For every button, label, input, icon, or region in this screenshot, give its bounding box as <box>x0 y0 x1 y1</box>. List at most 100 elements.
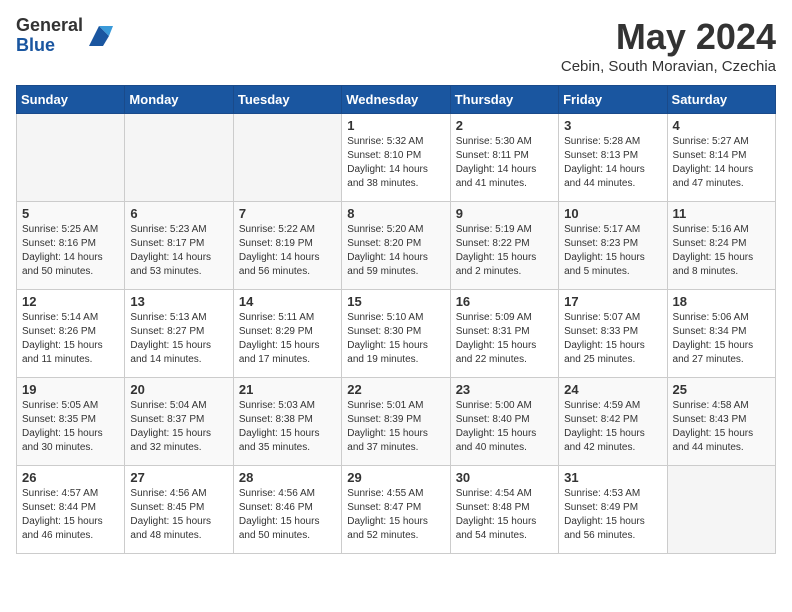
calendar-week-row: 12 Sunrise: 5:14 AM Sunset: 8:26 PM Dayli… <box>17 290 776 378</box>
day-number: 21 <box>239 382 336 397</box>
day-content: Sunrise: 5:23 AM Sunset: 8:17 PM Dayligh… <box>130 223 227 279</box>
location-subtitle: Cebin, South Moravian, Czechia <box>561 58 776 75</box>
day-number: 30 <box>456 470 553 485</box>
day-content: Sunrise: 5:11 AM Sunset: 8:29 PM Dayligh… <box>239 311 336 367</box>
calendar-cell: 23 Sunrise: 5:00 AM Sunset: 8:40 PM Dayli… <box>450 378 558 466</box>
calendar-cell: 25Sunrise: 4:58 AM Sunset: 8:43 PM Dayli… <box>667 378 775 466</box>
calendar-cell: 15Sunrise: 5:10 AM Sunset: 8:30 PM Dayli… <box>342 290 450 378</box>
weekday-header-sunday: Sunday <box>17 86 125 114</box>
calendar-cell: 11 Sunrise: 5:16 AM Sunset: 8:24 PM Dayli… <box>667 202 775 290</box>
calendar-week-row: 5Sunrise: 5:25 AM Sunset: 8:16 PM Daylig… <box>17 202 776 290</box>
weekday-header-row: SundayMondayTuesdayWednesdayThursdayFrid… <box>17 86 776 114</box>
calendar-cell: 18 Sunrise: 5:06 AM Sunset: 8:34 PM Dayli… <box>667 290 775 378</box>
calendar-cell: 19Sunrise: 5:05 AM Sunset: 8:35 PM Dayli… <box>17 378 125 466</box>
calendar-cell <box>667 466 775 554</box>
calendar-cell: 21 Sunrise: 5:03 AM Sunset: 8:38 PM Dayli… <box>233 378 341 466</box>
day-content: Sunrise: 5:01 AM Sunset: 8:39 PM Dayligh… <box>347 399 444 455</box>
day-content: Sunrise: 5:20 AM Sunset: 8:20 PM Dayligh… <box>347 223 444 279</box>
day-content: Sunrise: 4:54 AM Sunset: 8:48 PM Dayligh… <box>456 487 553 543</box>
day-content: Sunrise: 5:22 AM Sunset: 8:19 PM Dayligh… <box>239 223 336 279</box>
calendar-cell: 10Sunrise: 5:17 AM Sunset: 8:23 PM Dayli… <box>559 202 667 290</box>
month-title: May 2024 <box>561 16 776 58</box>
calendar-cell: 17 Sunrise: 5:07 AM Sunset: 8:33 PM Dayli… <box>559 290 667 378</box>
calendar-cell: 8 Sunrise: 5:20 AM Sunset: 8:20 PM Daylig… <box>342 202 450 290</box>
weekday-header-saturday: Saturday <box>667 86 775 114</box>
day-number: 16 <box>456 294 553 309</box>
day-number: 18 <box>673 294 770 309</box>
day-number: 29 <box>347 470 444 485</box>
calendar-cell: 16 Sunrise: 5:09 AM Sunset: 8:31 PM Dayli… <box>450 290 558 378</box>
day-content: Sunrise: 5:00 AM Sunset: 8:40 PM Dayligh… <box>456 399 553 455</box>
day-number: 19 <box>22 382 119 397</box>
calendar-cell: 13 Sunrise: 5:13 AM Sunset: 8:27 PM Dayli… <box>125 290 233 378</box>
calendar-cell <box>17 114 125 202</box>
day-content: Sunrise: 5:07 AM Sunset: 8:33 PM Dayligh… <box>564 311 661 367</box>
day-number: 2 <box>456 118 553 133</box>
weekday-header-thursday: Thursday <box>450 86 558 114</box>
day-number: 11 <box>673 206 770 221</box>
day-number: 24 <box>564 382 661 397</box>
day-number: 14 <box>239 294 336 309</box>
day-content: Sunrise: 4:56 AM Sunset: 8:46 PM Dayligh… <box>239 487 336 543</box>
calendar-week-row: 26 Sunrise: 4:57 AM Sunset: 8:44 PM Dayli… <box>17 466 776 554</box>
calendar-cell: 2 Sunrise: 5:30 AM Sunset: 8:11 PM Daylig… <box>450 114 558 202</box>
calendar-cell: 20 Sunrise: 5:04 AM Sunset: 8:37 PM Dayli… <box>125 378 233 466</box>
day-number: 28 <box>239 470 336 485</box>
day-content: Sunrise: 5:04 AM Sunset: 8:37 PM Dayligh… <box>130 399 227 455</box>
calendar-cell <box>125 114 233 202</box>
weekday-header-friday: Friday <box>559 86 667 114</box>
day-content: Sunrise: 5:19 AM Sunset: 8:22 PM Dayligh… <box>456 223 553 279</box>
calendar-cell <box>233 114 341 202</box>
day-content: Sunrise: 5:09 AM Sunset: 8:31 PM Dayligh… <box>456 311 553 367</box>
day-content: Sunrise: 4:55 AM Sunset: 8:47 PM Dayligh… <box>347 487 444 543</box>
day-content: Sunrise: 5:13 AM Sunset: 8:27 PM Dayligh… <box>130 311 227 367</box>
day-number: 7 <box>239 206 336 221</box>
logo: General Blue <box>16 16 113 56</box>
title-section: May 2024 Cebin, South Moravian, Czechia <box>561 16 776 75</box>
day-number: 1 <box>347 118 444 133</box>
day-content: Sunrise: 4:53 AM Sunset: 8:49 PM Dayligh… <box>564 487 661 543</box>
day-number: 27 <box>130 470 227 485</box>
day-content: Sunrise: 4:59 AM Sunset: 8:42 PM Dayligh… <box>564 399 661 455</box>
day-number: 31 <box>564 470 661 485</box>
day-content: Sunrise: 5:16 AM Sunset: 8:24 PM Dayligh… <box>673 223 770 279</box>
day-number: 12 <box>22 294 119 309</box>
calendar-cell: 14 Sunrise: 5:11 AM Sunset: 8:29 PM Dayli… <box>233 290 341 378</box>
day-number: 5 <box>22 206 119 221</box>
calendar-cell: 29 Sunrise: 4:55 AM Sunset: 8:47 PM Dayli… <box>342 466 450 554</box>
calendar-cell: 28 Sunrise: 4:56 AM Sunset: 8:46 PM Dayli… <box>233 466 341 554</box>
day-number: 17 <box>564 294 661 309</box>
day-content: Sunrise: 5:28 AM Sunset: 8:13 PM Dayligh… <box>564 135 661 191</box>
day-number: 8 <box>347 206 444 221</box>
day-number: 13 <box>130 294 227 309</box>
calendar-cell: 4 Sunrise: 5:27 AM Sunset: 8:14 PM Daylig… <box>667 114 775 202</box>
logo-general: General <box>16 16 83 36</box>
day-number: 23 <box>456 382 553 397</box>
day-content: Sunrise: 5:06 AM Sunset: 8:34 PM Dayligh… <box>673 311 770 367</box>
calendar-cell: 22Sunrise: 5:01 AM Sunset: 8:39 PM Dayli… <box>342 378 450 466</box>
day-content: Sunrise: 5:30 AM Sunset: 8:11 PM Dayligh… <box>456 135 553 191</box>
calendar-table: SundayMondayTuesdayWednesdayThursdayFrid… <box>16 85 776 554</box>
calendar-cell: 9 Sunrise: 5:19 AM Sunset: 8:22 PM Daylig… <box>450 202 558 290</box>
day-content: Sunrise: 4:57 AM Sunset: 8:44 PM Dayligh… <box>22 487 119 543</box>
day-content: Sunrise: 5:03 AM Sunset: 8:38 PM Dayligh… <box>239 399 336 455</box>
calendar-cell: 3 Sunrise: 5:28 AM Sunset: 8:13 PM Daylig… <box>559 114 667 202</box>
day-number: 20 <box>130 382 227 397</box>
calendar-cell: 5Sunrise: 5:25 AM Sunset: 8:16 PM Daylig… <box>17 202 125 290</box>
calendar-cell: 31 Sunrise: 4:53 AM Sunset: 8:49 PM Dayli… <box>559 466 667 554</box>
day-content: Sunrise: 5:27 AM Sunset: 8:14 PM Dayligh… <box>673 135 770 191</box>
calendar-cell: 1Sunrise: 5:32 AM Sunset: 8:10 PM Daylig… <box>342 114 450 202</box>
weekday-header-wednesday: Wednesday <box>342 86 450 114</box>
day-number: 26 <box>22 470 119 485</box>
calendar-cell: 27Sunrise: 4:56 AM Sunset: 8:45 PM Dayli… <box>125 466 233 554</box>
day-number: 4 <box>673 118 770 133</box>
day-number: 3 <box>564 118 661 133</box>
day-content: Sunrise: 4:58 AM Sunset: 8:43 PM Dayligh… <box>673 399 770 455</box>
calendar-week-row: 1Sunrise: 5:32 AM Sunset: 8:10 PM Daylig… <box>17 114 776 202</box>
day-number: 9 <box>456 206 553 221</box>
day-content: Sunrise: 5:14 AM Sunset: 8:26 PM Dayligh… <box>22 311 119 367</box>
day-content: Sunrise: 5:10 AM Sunset: 8:30 PM Dayligh… <box>347 311 444 367</box>
page-header: General Blue May 2024 Cebin, South Morav… <box>16 16 776 75</box>
day-number: 6 <box>130 206 227 221</box>
calendar-cell: 6 Sunrise: 5:23 AM Sunset: 8:17 PM Daylig… <box>125 202 233 290</box>
